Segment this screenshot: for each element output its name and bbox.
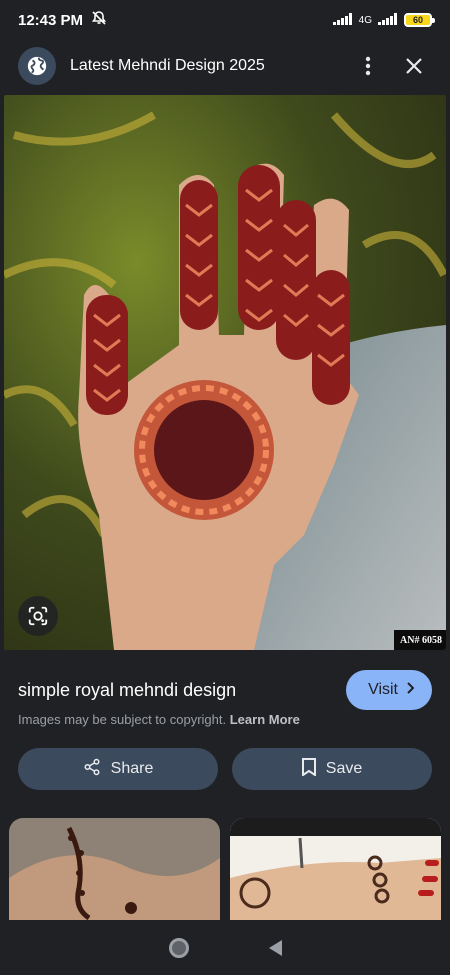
share-label: Share — [110, 760, 154, 777]
related-image-1[interactable] — [9, 818, 220, 920]
page-title: Latest Mehndi Design 2025 — [70, 57, 265, 74]
status-left: 12:43 PM — [18, 10, 107, 30]
battery-icon: 60 — [404, 13, 435, 27]
chevron-right-icon — [406, 681, 415, 699]
lens-icon[interactable] — [18, 596, 58, 636]
related-image-2-art — [230, 818, 441, 920]
status-bar: 12:43 PM 4G 60 — [0, 0, 450, 40]
more-vert-icon[interactable] — [350, 48, 386, 84]
copyright-text: Images may be subject to copyright. — [18, 712, 227, 727]
status-right: 4G 60 — [332, 12, 435, 28]
visit-label: Visit — [368, 681, 398, 698]
share-button[interactable]: Share — [18, 748, 218, 790]
bookmark-icon — [301, 757, 316, 781]
mute-icon — [91, 10, 107, 30]
home-icon[interactable] — [168, 937, 189, 958]
top-bar: Latest Mehndi Design 2025 — [0, 40, 450, 92]
close-icon[interactable] — [396, 48, 432, 84]
related-image-1-art — [9, 818, 220, 920]
signal-icon-2 — [378, 12, 398, 28]
caption-row: simple royal mehndi design Visit — [18, 668, 432, 712]
save-button[interactable]: Save — [232, 748, 432, 790]
battery-level: 60 — [412, 15, 423, 25]
signal-icon — [332, 12, 353, 28]
visit-button[interactable]: Visit — [346, 670, 432, 710]
copyright-note: Images may be subject to copyright. Lear… — [18, 712, 300, 727]
action-buttons: Share Save — [18, 748, 432, 790]
watermark: AN# 6058 — [394, 630, 446, 650]
share-icon — [83, 758, 101, 781]
network-type: 4G — [358, 14, 372, 26]
globe-icon[interactable] — [18, 47, 56, 85]
system-nav-bar — [0, 920, 450, 975]
learn-more-link[interactable]: Learn More — [230, 712, 300, 727]
main-image[interactable]: AN# 6058 — [4, 95, 446, 650]
back-icon[interactable] — [268, 939, 282, 956]
image-title: simple royal mehndi design — [18, 679, 237, 700]
related-images — [9, 818, 441, 920]
watermark-text: AN# 6058 — [400, 634, 442, 646]
status-time: 12:43 PM — [18, 11, 84, 29]
related-image-2[interactable] — [230, 818, 441, 920]
save-label: Save — [325, 760, 363, 777]
mehndi-hand-image — [4, 95, 446, 650]
